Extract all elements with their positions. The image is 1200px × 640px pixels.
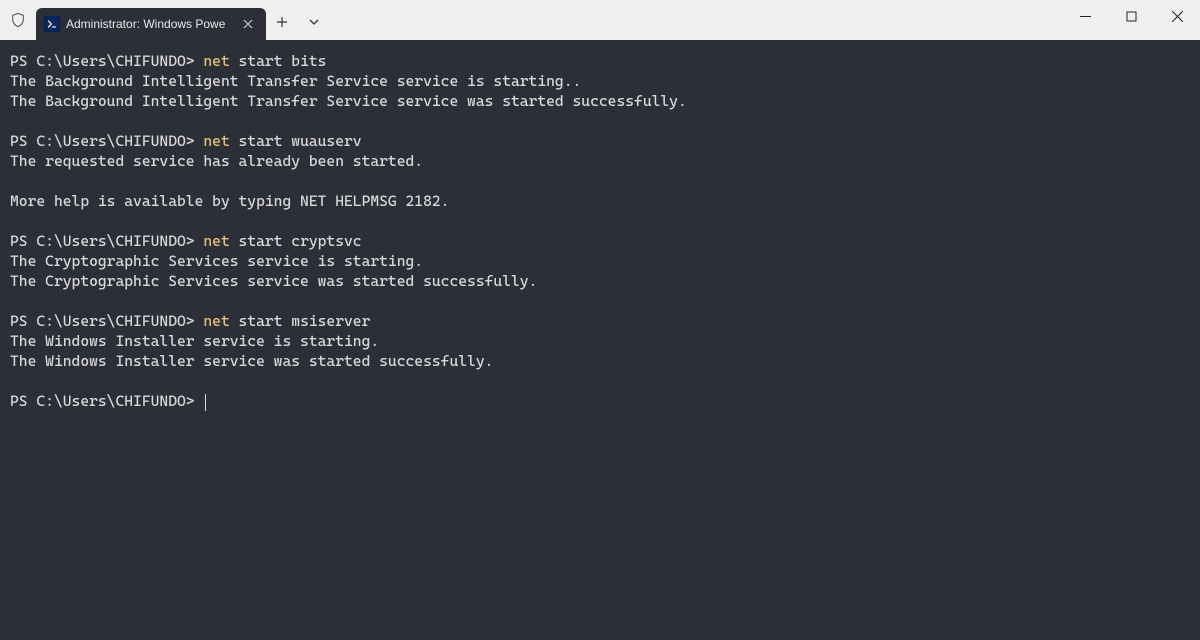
output-line: The requested service has already been s… (10, 152, 1190, 172)
terminal-tab[interactable]: Administrator: Windows Powe (36, 8, 266, 40)
command-keyword: net (203, 232, 229, 250)
command-args: start wuauserv (230, 132, 362, 150)
powershell-icon (44, 16, 60, 32)
blank-line (10, 112, 1190, 132)
terminal-content[interactable]: PS C:\Users\CHIFUNDO> net start bits The … (0, 40, 1200, 640)
prompt-text: PS C:\Users\CHIFUNDO> (10, 232, 195, 250)
output-line: More help is available by typing NET HEL… (10, 192, 1190, 212)
blank-line (10, 372, 1190, 392)
close-window-button[interactable] (1154, 0, 1200, 32)
tab-title: Administrator: Windows Powe (66, 17, 234, 31)
command-args: start msiserver (230, 312, 371, 330)
prompt-text: PS C:\Users\CHIFUNDO> (10, 132, 195, 150)
minimize-button[interactable] (1062, 0, 1108, 32)
output-line (10, 172, 1190, 192)
maximize-button[interactable] (1108, 0, 1154, 32)
prompt-text: PS C:\Users\CHIFUNDO> (10, 312, 195, 330)
tab-dropdown-button[interactable] (298, 6, 330, 38)
prompt-text: PS C:\Users\CHIFUNDO> (10, 52, 195, 70)
blank-line (10, 292, 1190, 312)
command-keyword: net (203, 52, 229, 70)
close-tab-icon[interactable] (240, 16, 256, 32)
shield-icon (0, 0, 36, 40)
title-bar: Administrator: Windows Powe (0, 0, 1200, 40)
output-line: The Cryptographic Services service is st… (10, 252, 1190, 272)
new-tab-button[interactable] (266, 6, 298, 38)
output-line: The Cryptographic Services service was s… (10, 272, 1190, 292)
command-args: start bits (230, 52, 327, 70)
command-args: start cryptsvc (230, 232, 362, 250)
window-controls (1062, 0, 1200, 40)
blank-line (10, 212, 1190, 232)
output-line: The Windows Installer service is startin… (10, 332, 1190, 352)
output-line: The Windows Installer service was starte… (10, 352, 1190, 372)
output-line: The Background Intelligent Transfer Serv… (10, 72, 1190, 92)
command-keyword: net (203, 312, 229, 330)
cursor (205, 394, 206, 411)
command-keyword: net (203, 132, 229, 150)
output-line: The Background Intelligent Transfer Serv… (10, 92, 1190, 112)
prompt-text: PS C:\Users\CHIFUNDO> (10, 392, 195, 410)
